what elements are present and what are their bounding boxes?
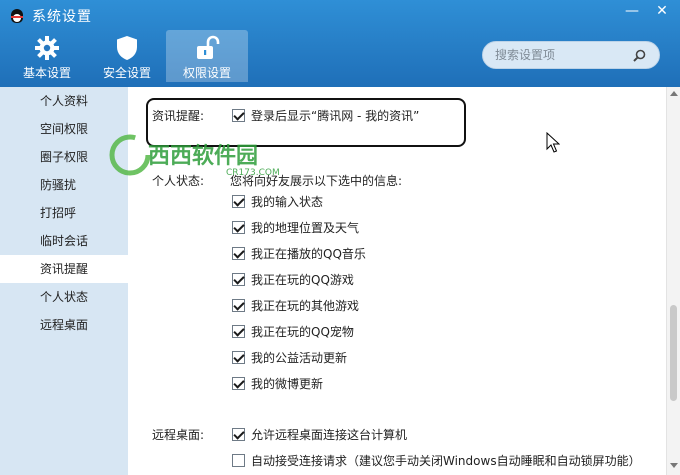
search-box bbox=[482, 41, 660, 69]
sidebar-item-circle-permission[interactable]: 圈子权限 bbox=[0, 143, 128, 171]
sidebar-item-profile[interactable]: 个人资料 bbox=[0, 87, 128, 115]
scroll-up-arrow-icon[interactable] bbox=[670, 91, 678, 96]
checkbox[interactable] bbox=[232, 324, 245, 338]
tab-permission-settings[interactable]: 权限设置 bbox=[166, 30, 248, 82]
tab-label: 安全设置 bbox=[102, 66, 151, 80]
checkbox[interactable] bbox=[232, 453, 245, 467]
sidebar: 个人资料 空间权限 圈子权限 防骚扰 打招呼 临时会话 资讯提醒 个人状态 远程… bbox=[0, 87, 128, 475]
search-input[interactable] bbox=[495, 46, 635, 64]
qq-penguin-icon bbox=[8, 7, 26, 25]
status-typing-checkbox[interactable]: 我的输入状态 bbox=[232, 192, 323, 210]
remote-auto-accept-checkbox[interactable]: 自动接受连接请求（建议您手动关闭Windows自动睡眠和自动锁屏功能） bbox=[232, 451, 641, 469]
minimize-button[interactable]: — bbox=[618, 0, 646, 22]
checkbox[interactable] bbox=[232, 350, 245, 364]
checkbox[interactable] bbox=[232, 220, 245, 234]
checkbox[interactable] bbox=[232, 194, 245, 208]
tab-label: 基本设置 bbox=[22, 66, 71, 80]
sidebar-item-personal-status[interactable]: 个人状态 bbox=[0, 283, 128, 311]
tab-label: 权限设置 bbox=[182, 66, 231, 80]
sidebar-item-news-reminder[interactable]: 资讯提醒 bbox=[0, 255, 128, 283]
search-icon[interactable] bbox=[631, 48, 647, 64]
checkbox[interactable] bbox=[232, 427, 245, 441]
mouse-cursor-icon bbox=[546, 132, 560, 153]
checkbox-label: 我正在玩的QQ游戏 bbox=[251, 272, 354, 287]
title-area: 系统设置 bbox=[8, 6, 92, 26]
checkbox-label: 我正在玩的其他游戏 bbox=[251, 298, 360, 313]
news-reminder-label: 资讯提醒: bbox=[152, 109, 205, 123]
status-charity-checkbox[interactable]: 我的公益活动更新 bbox=[232, 348, 347, 366]
sidebar-item-remote-desktop[interactable]: 远程桌面 bbox=[0, 311, 128, 339]
gear-icon bbox=[35, 36, 59, 60]
checkbox-label: 我的公益活动更新 bbox=[251, 350, 348, 365]
checkbox-label: 我正在播放的QQ音乐 bbox=[251, 246, 366, 261]
checkbox-label: 登录后显示“腾讯网 - 我的资讯” bbox=[251, 108, 420, 123]
checkbox[interactable] bbox=[232, 272, 245, 286]
checkbox[interactable] bbox=[232, 108, 245, 122]
personal-status-label: 个人状态: bbox=[152, 174, 205, 188]
status-qq-pet-checkbox[interactable]: 我正在玩的QQ宠物 bbox=[232, 322, 354, 340]
checkbox-label: 我的输入状态 bbox=[251, 194, 324, 209]
settings-panel: 资讯提醒: 登录后显示“腾讯网 - 我的资讯” 个人状态: 您将向好友展示以下选… bbox=[128, 87, 666, 475]
tab-security-settings[interactable]: 安全设置 bbox=[86, 30, 168, 82]
checkbox-label: 自动接受连接请求（建议您手动关闭Windows自动睡眠和自动锁屏功能） bbox=[251, 453, 641, 468]
settings-window: 系统设置 — ✕ 基本设置 安全设置 权限设置 搜索设置项 个人资料 空间权限 … bbox=[0, 0, 680, 475]
checkbox-label: 我正在玩的QQ宠物 bbox=[251, 324, 354, 339]
header-bar: 系统设置 — ✕ 基本设置 安全设置 权限设置 搜索设置项 bbox=[0, 0, 680, 87]
personal-status-intro: 您将向好友展示以下选中的信息: bbox=[230, 174, 403, 188]
checkbox[interactable] bbox=[232, 376, 245, 390]
close-button[interactable]: ✕ bbox=[648, 0, 676, 22]
status-weibo-checkbox[interactable]: 我的微博更新 bbox=[232, 374, 323, 392]
checkbox-label: 允许远程桌面连接这台计算机 bbox=[251, 427, 408, 442]
vertical-scrollbar[interactable] bbox=[666, 87, 680, 475]
status-qq-music-checkbox[interactable]: 我正在播放的QQ音乐 bbox=[232, 244, 366, 262]
tab-basic-settings[interactable]: 基本设置 bbox=[6, 30, 88, 82]
scroll-down-arrow-icon[interactable] bbox=[670, 463, 678, 468]
window-title: 系统设置 bbox=[32, 9, 92, 25]
status-other-game-checkbox[interactable]: 我正在玩的其他游戏 bbox=[232, 296, 359, 314]
checkbox[interactable] bbox=[232, 298, 245, 312]
unlock-icon bbox=[197, 35, 220, 59]
sidebar-item-temp-session[interactable]: 临时会话 bbox=[0, 227, 128, 255]
sidebar-item-greeting[interactable]: 打招呼 bbox=[0, 199, 128, 227]
status-location-weather-checkbox[interactable]: 我的地理位置及天气 bbox=[232, 218, 359, 236]
scroll-thumb[interactable] bbox=[670, 305, 677, 401]
sidebar-item-anti-harassment[interactable]: 防骚扰 bbox=[0, 171, 128, 199]
checkbox[interactable] bbox=[232, 246, 245, 260]
sidebar-item-space-permission[interactable]: 空间权限 bbox=[0, 115, 128, 143]
checkbox-label: 我的微博更新 bbox=[251, 376, 324, 391]
news-after-login-checkbox[interactable]: 登录后显示“腾讯网 - 我的资讯” bbox=[232, 106, 419, 124]
checkbox-label: 我的地理位置及天气 bbox=[251, 220, 360, 235]
status-qq-game-checkbox[interactable]: 我正在玩的QQ游戏 bbox=[232, 270, 354, 288]
shield-icon bbox=[117, 36, 137, 60]
remote-desktop-label: 远程桌面: bbox=[152, 428, 205, 442]
remote-allow-connection-checkbox[interactable]: 允许远程桌面连接这台计算机 bbox=[232, 425, 407, 443]
